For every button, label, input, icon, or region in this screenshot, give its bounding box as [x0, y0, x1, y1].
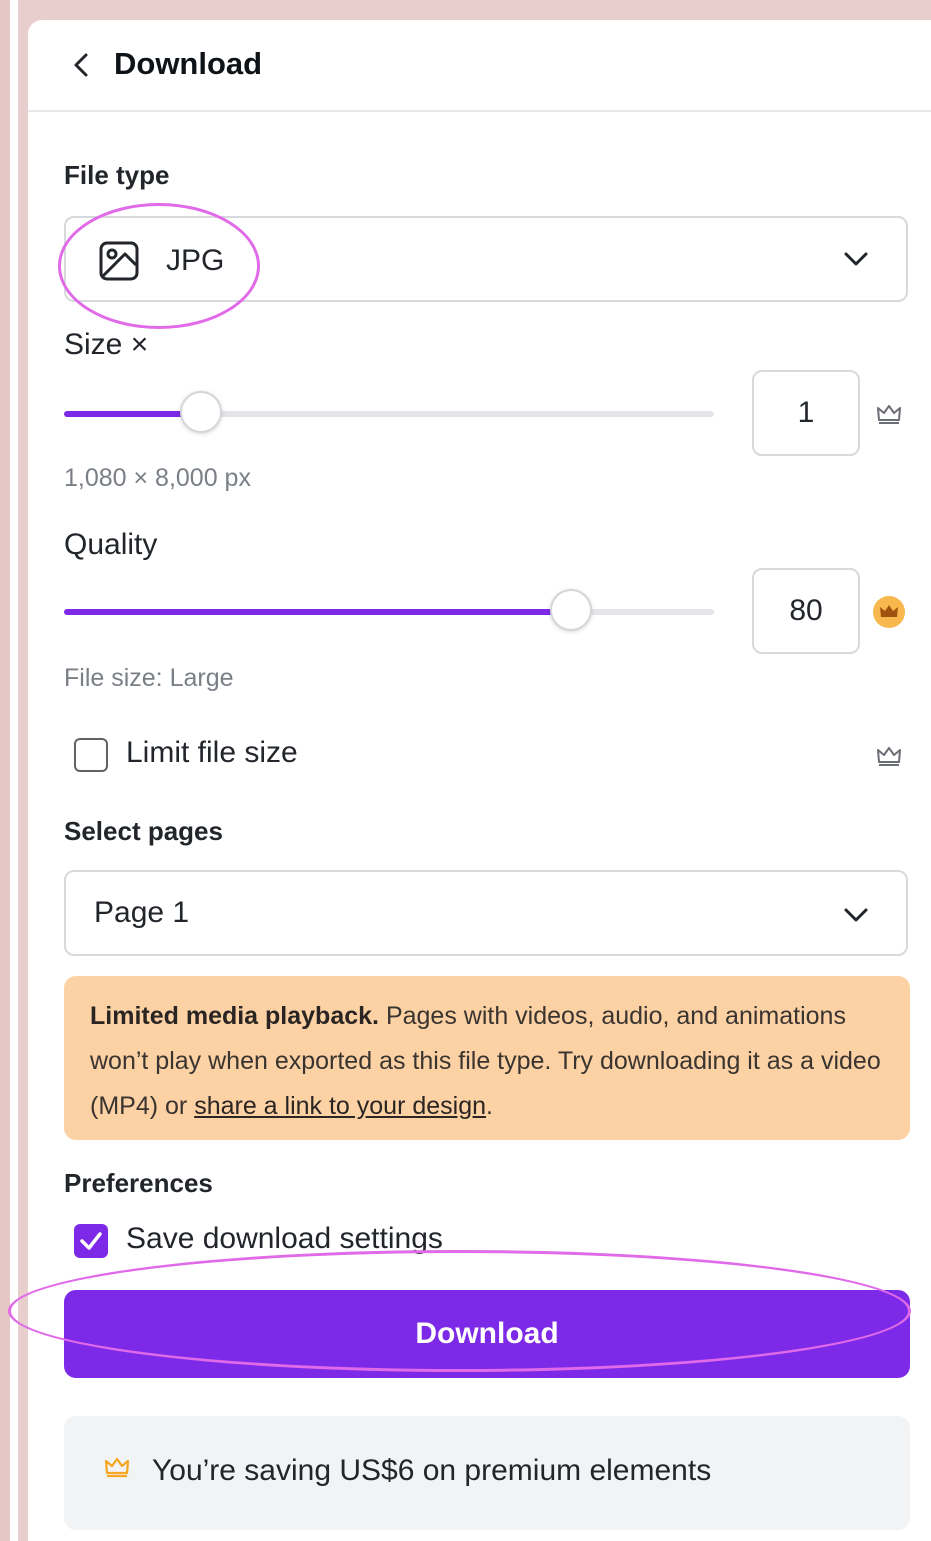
quality-slider-fill: [64, 609, 571, 615]
media-playback-notice: Limited media playback. Pages with video…: [64, 976, 910, 1140]
quality-slider[interactable]: [64, 589, 714, 631]
crown-icon: [104, 1457, 130, 1478]
save-settings-checkbox[interactable]: [74, 1224, 108, 1258]
crown-icon: [877, 747, 901, 766]
file-type-value: JPG: [166, 244, 225, 277]
notice-end: .: [486, 1092, 493, 1120]
panel-title: Download: [114, 46, 263, 81]
notice-title: Limited media playback.: [90, 1002, 379, 1030]
checkmark-icon: [80, 1232, 102, 1250]
premium-crown-icon: [873, 596, 905, 628]
limit-file-size-checkbox[interactable]: [74, 738, 108, 772]
image-icon: [99, 241, 139, 281]
chevron-left-icon[interactable]: [68, 50, 94, 80]
background-frame: [0, 0, 931, 16]
select-pages-label: Select pages: [64, 816, 223, 846]
panel-header: Download: [28, 20, 931, 112]
file-size-text: File size: Large: [64, 664, 234, 692]
quality-input[interactable]: 80: [752, 568, 860, 654]
chevron-down-icon: [844, 252, 868, 266]
save-settings-label: Save download settings: [126, 1222, 443, 1255]
quality-label: Quality: [64, 528, 158, 561]
crown-icon: [877, 405, 901, 424]
size-slider-thumb[interactable]: [179, 391, 222, 433]
frame-border: [0, 0, 10, 1541]
limit-file-size-label: Limit file size: [126, 736, 298, 769]
size-label: Size ×: [64, 328, 149, 361]
download-button[interactable]: Download: [64, 1290, 910, 1378]
file-type-select[interactable]: JPG: [64, 216, 908, 302]
chevron-down-icon: [844, 908, 868, 922]
size-slider[interactable]: [64, 391, 714, 433]
share-link[interactable]: share a link to your design: [194, 1092, 486, 1120]
quality-slider-thumb[interactable]: [550, 589, 592, 631]
premium-savings-banner: You’re saving US$6 on premium elements: [64, 1416, 910, 1530]
preferences-label: Preferences: [64, 1168, 213, 1198]
download-panel: Download File type JPG Size × 1 1,080 × …: [28, 20, 931, 1541]
select-pages-dropdown[interactable]: Page 1: [64, 870, 908, 956]
size-dimensions: 1,080 × 8,000 px: [64, 464, 251, 492]
frame-inner-edge: [10, 0, 18, 1541]
savings-text: You’re saving US$6 on premium elements: [152, 1454, 712, 1487]
select-pages-value: Page 1: [94, 896, 190, 929]
file-type-label: File type: [64, 160, 170, 190]
size-input[interactable]: 1: [752, 370, 860, 456]
